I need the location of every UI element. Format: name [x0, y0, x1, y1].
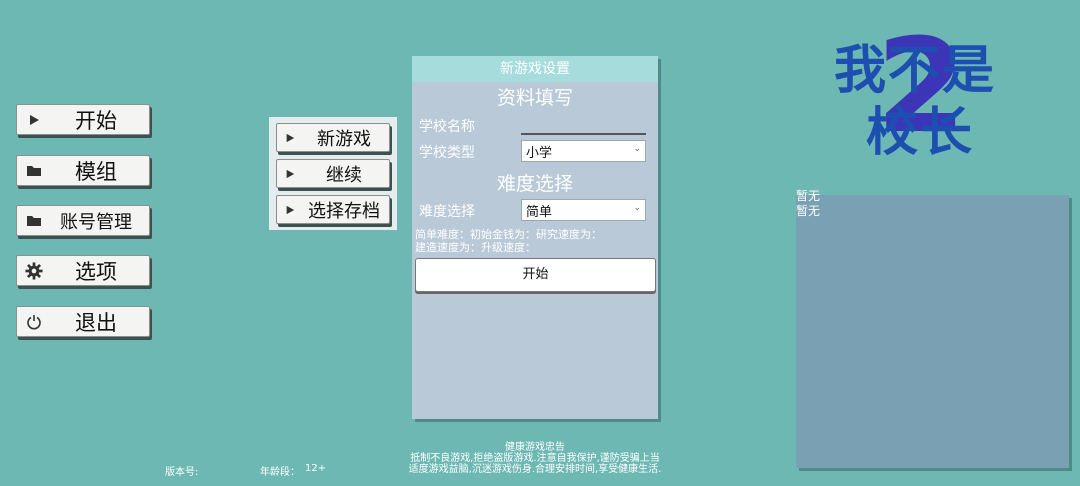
load-save-label: 选择存档: [308, 200, 380, 222]
section-difficulty-title: 难度选择: [496, 173, 573, 195]
health-advice-line2: 适度游戏益脑,沉迷游戏伤身.合理安排时间,享受健康生活.: [408, 464, 662, 475]
difficulty-select[interactable]: 简单 ⌄: [521, 199, 646, 221]
start-button[interactable]: 开始: [16, 104, 150, 135]
difficulty-label: 难度选择: [419, 204, 475, 220]
difficulty-description-2: 建造速度为：升级速度：: [415, 241, 536, 254]
school-type-label: 学校类型: [419, 145, 475, 161]
new-game-label: 新游戏: [317, 128, 371, 150]
age-label: 年龄段：: [260, 467, 300, 478]
play-submenu: 新游戏 继续 选择存档: [269, 117, 397, 230]
chevron-down-icon: ⌄: [633, 144, 641, 154]
news-line: 暂无: [796, 204, 821, 218]
mods-button-label: 模组: [75, 159, 117, 184]
start-game-button[interactable]: 开始: [415, 258, 656, 292]
logo-line2: 校长: [866, 103, 975, 163]
power-icon: [17, 314, 51, 330]
play-icon: [277, 205, 303, 215]
health-advice-line1: 抵制不良游戏,拒绝盗版游戏.注意自我保护,谨防受骗上当: [410, 453, 660, 464]
school-type-select[interactable]: 小学 ⌄: [521, 140, 646, 162]
difficulty-description: 简单难度：初始金钱为：研究速度为：: [415, 228, 602, 241]
chevron-down-icon: ⌄: [633, 203, 641, 213]
quit-button-label: 退出: [75, 310, 117, 335]
mods-button[interactable]: 模组: [16, 155, 150, 186]
section-info-title: 资料填写: [496, 87, 573, 109]
continue-label: 继续: [326, 164, 362, 186]
folder-icon: [17, 214, 51, 227]
panel-header: 新游戏设置: [412, 56, 658, 82]
version-label: 版本号:: [165, 467, 199, 478]
gear-icon: [17, 261, 51, 280]
play-icon: [277, 133, 303, 143]
school-name-label: 学校名称: [419, 119, 475, 135]
news-panel: 暂无 暂无: [796, 189, 1069, 468]
load-save-button[interactable]: 选择存档: [276, 195, 390, 224]
start-button-label: 开始: [75, 108, 117, 133]
options-button-label: 选项: [75, 259, 117, 284]
account-button[interactable]: 账号管理: [16, 205, 150, 236]
age-value: 12+: [305, 463, 327, 474]
folder-icon: [17, 164, 51, 177]
play-icon: [17, 114, 51, 126]
health-advice-title: 健康游戏忠告: [505, 442, 565, 453]
play-icon: [277, 169, 303, 179]
quit-button[interactable]: 退出: [16, 306, 150, 337]
options-button[interactable]: 选项: [16, 255, 150, 286]
new-game-button[interactable]: 新游戏: [276, 123, 390, 152]
school-type-value: 小学: [526, 145, 553, 161]
new-game-settings-panel: 新游戏设置 资料填写 学校名称 学校类型 小学 ⌄ 难度选择 难度选择 简单 ⌄…: [412, 56, 658, 419]
school-name-input[interactable]: [521, 133, 646, 135]
continue-button[interactable]: 继续: [276, 159, 390, 188]
game-logo: 2 我不是 校长: [830, 16, 1040, 163]
difficulty-value: 简单: [526, 204, 553, 220]
account-button-label: 账号管理: [60, 211, 132, 233]
